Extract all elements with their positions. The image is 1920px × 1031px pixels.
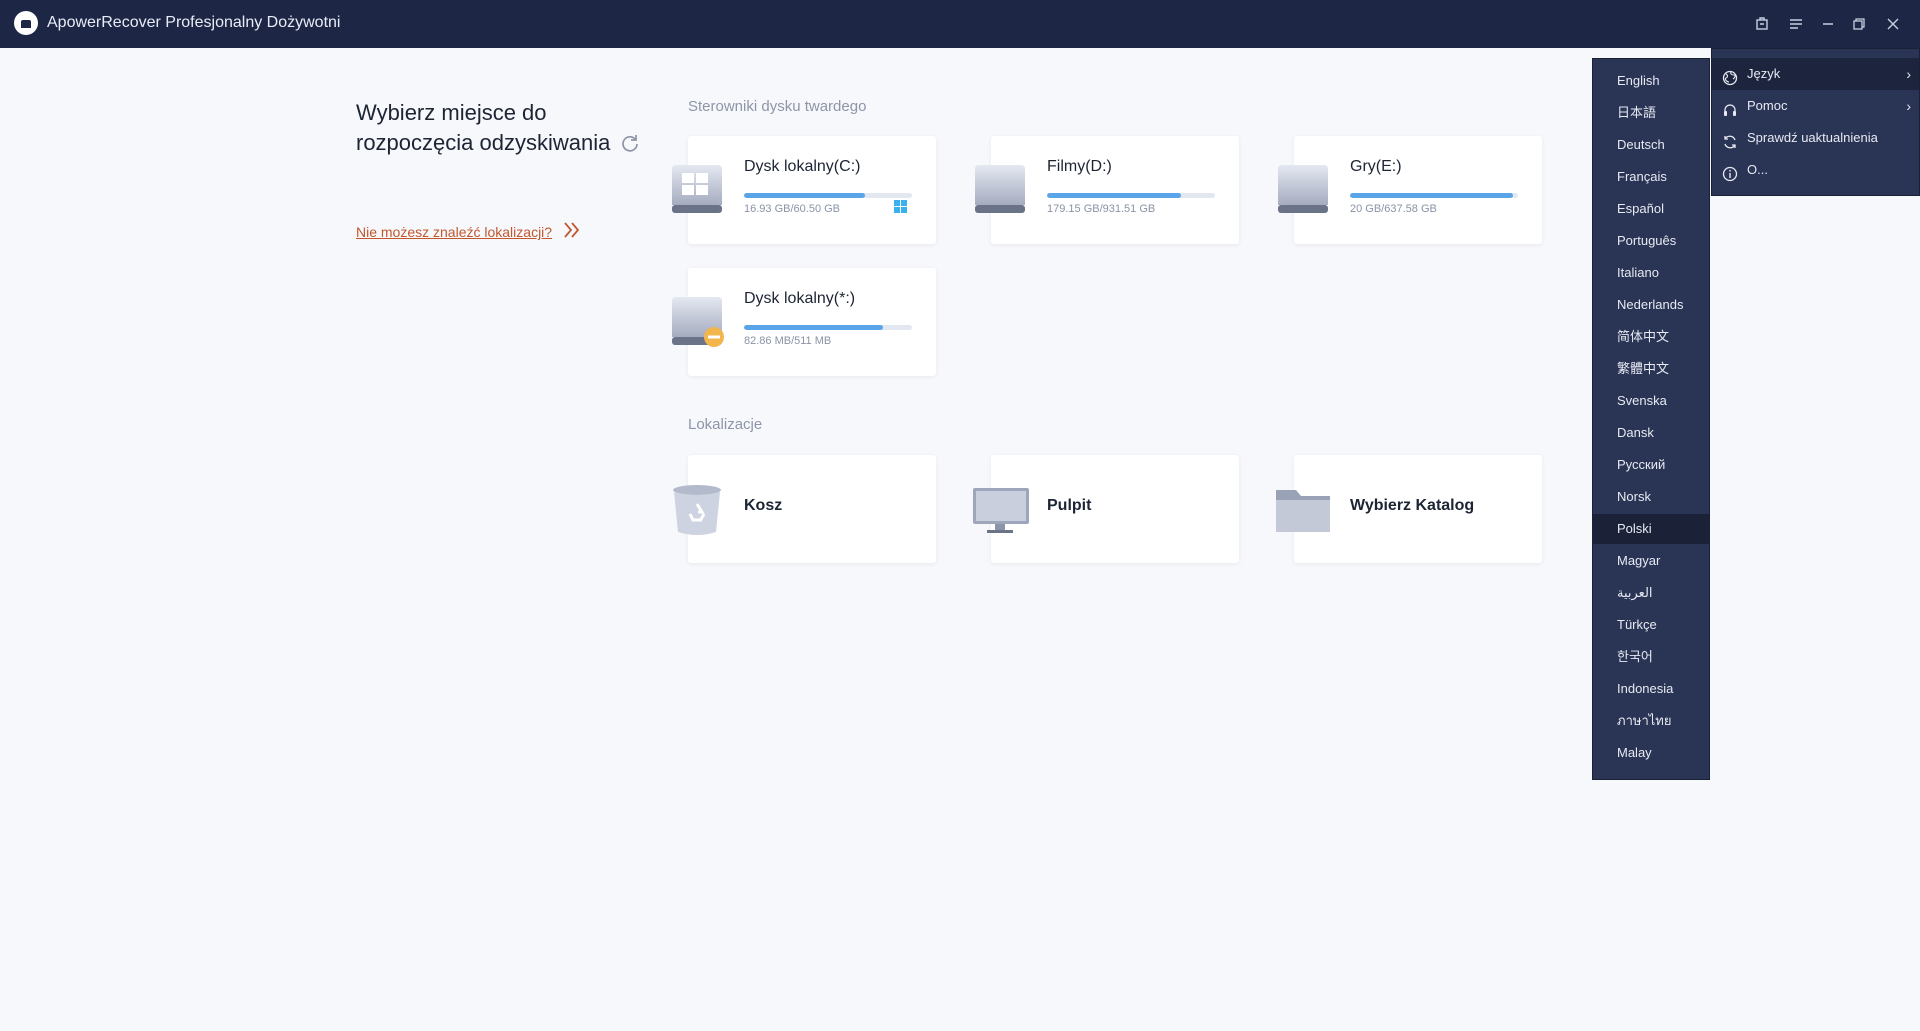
chevron-right-icon: ›: [1906, 98, 1911, 114]
language-option[interactable]: Türkçe: [1593, 610, 1709, 640]
language-option[interactable]: ภาษาไทย: [1593, 706, 1709, 736]
location-card-desktop[interactable]: Pulpit: [973, 455, 1239, 563]
language-option[interactable]: 日本語: [1593, 98, 1709, 128]
language-option[interactable]: English: [1593, 66, 1709, 96]
language-option[interactable]: 繁體中文: [1593, 354, 1709, 384]
windows-logo-icon: [894, 200, 908, 214]
menu-item-check-updates[interactable]: Sprawdź uaktualnienia: [1712, 122, 1919, 154]
app-title: ApowerRecover Profesjonalny Dożywotni: [47, 14, 341, 31]
language-option[interactable]: Nederlands: [1593, 290, 1709, 320]
language-option[interactable]: Polski: [1593, 514, 1709, 544]
page-title: Wybierz miejsce do rozpoczęcia odzyskiwa…: [356, 98, 610, 158]
language-option[interactable]: العربية: [1593, 578, 1709, 608]
drive-card-unknown[interactable]: Dysk lokalny(*:) 82.86 MB/511 MB: [672, 268, 936, 376]
cant-find-location-link[interactable]: Nie możesz znaleźć lokalizacji?: [356, 224, 552, 240]
menu-item-label: Pomoc: [1747, 98, 1788, 113]
hard-drive-icon: [668, 293, 726, 351]
page-title-line2: rozpoczęcia odzyskiwania: [356, 130, 611, 155]
drive-size: 82.86 MB/511 MB: [744, 335, 832, 347]
page-title-line1: Wybierz miejsce do: [356, 100, 547, 125]
language-option[interactable]: 简体中文: [1593, 322, 1709, 352]
chevron-right-icon: ›: [1906, 66, 1911, 82]
drive-card-e[interactable]: Gry(E:) 20 GB/637.58 GB: [1278, 136, 1542, 244]
drive-card-d[interactable]: Filmy(D:) 179.15 GB/931.51 GB: [975, 136, 1239, 244]
double-chevron-right-icon[interactable]: [562, 220, 582, 240]
hard-drive-icon: [971, 161, 1029, 219]
hard-drive-icon: [668, 161, 726, 219]
locations-section-label: Lokalizacje: [688, 416, 763, 433]
language-option[interactable]: Indonesia: [1593, 674, 1709, 704]
toolbox-icon[interactable]: [1751, 13, 1773, 35]
drives-section-label: Sterowniki dysku twardego: [688, 98, 867, 115]
location-name: Pulpit: [1047, 497, 1092, 514]
menu-item-about[interactable]: O...: [1712, 154, 1919, 186]
drive-size: 16.93 GB/60.50 GB: [744, 203, 841, 215]
drive-size: 179.15 GB/931.51 GB: [1047, 203, 1156, 215]
restore-icon[interactable]: [1848, 13, 1870, 35]
menu-item-help[interactable]: Pomoc ›: [1712, 90, 1919, 122]
language-option[interactable]: Deutsch: [1593, 130, 1709, 160]
globe-icon: [1722, 66, 1738, 86]
menu-item-label: O...: [1747, 162, 1768, 177]
menu-icon[interactable]: [1785, 13, 1807, 35]
update-icon: [1722, 130, 1738, 149]
drive-name: Filmy(D:): [1047, 158, 1112, 175]
language-option[interactable]: Português: [1593, 226, 1709, 256]
drive-usage-bar: [744, 325, 912, 330]
menu-item-label: Sprawdź uaktualnienia: [1747, 130, 1878, 145]
drive-usage-bar: [1350, 193, 1518, 198]
minimize-icon[interactable]: [1817, 13, 1839, 35]
location-name: Wybierz Katalog: [1350, 497, 1475, 514]
language-submenu: English 日本語 Deutsch Français Español Portuguê…: [1592, 58, 1710, 780]
recycle-bin-icon: [668, 480, 726, 538]
language-option[interactable]: Français: [1593, 162, 1709, 192]
language-option[interactable]: Dansk: [1593, 418, 1709, 448]
close-icon[interactable]: [1882, 13, 1904, 35]
language-option[interactable]: Norsk: [1593, 482, 1709, 512]
drive-name: Dysk lokalny(*:): [744, 290, 856, 307]
language-option[interactable]: Malay: [1593, 738, 1709, 768]
location-card-choose-folder[interactable]: Wybierz Katalog: [1276, 455, 1542, 563]
location-name: Kosz: [744, 497, 783, 514]
headset-icon: [1722, 98, 1738, 116]
settings-menu: Język › Pomoc › Sprawdź uaktualnienia O.…: [1711, 48, 1920, 196]
app-logo-icon: [14, 11, 38, 35]
refresh-icon[interactable]: [620, 133, 640, 153]
language-option[interactable]: Magyar: [1593, 546, 1709, 576]
language-option[interactable]: Italiano: [1593, 258, 1709, 288]
drive-card-c[interactable]: Dysk lokalny(C:) 16.93 GB/60.50 GB: [672, 136, 936, 244]
menu-item-language[interactable]: Język ›: [1712, 58, 1919, 90]
language-option[interactable]: Español: [1593, 194, 1709, 224]
drive-usage-bar: [1047, 193, 1215, 198]
drive-name: Gry(E:): [1350, 158, 1402, 175]
menu-item-label: Język: [1747, 66, 1781, 81]
language-option[interactable]: Svenska: [1593, 386, 1709, 416]
folder-icon: [1274, 480, 1332, 538]
title-bar: ApowerRecover Profesjonalny Dożywotni: [0, 0, 1920, 48]
desktop-icon: [971, 480, 1029, 538]
info-icon: [1722, 162, 1738, 182]
location-card-recycle-bin[interactable]: Kosz: [673, 455, 936, 563]
drive-name: Dysk lokalny(C:): [744, 158, 861, 175]
drive-size: 20 GB/637.58 GB: [1350, 203, 1437, 215]
hard-drive-icon: [1274, 161, 1332, 219]
language-option[interactable]: Русский: [1593, 450, 1709, 480]
drive-usage-bar: [744, 193, 912, 198]
language-option[interactable]: 한국어: [1593, 642, 1709, 672]
